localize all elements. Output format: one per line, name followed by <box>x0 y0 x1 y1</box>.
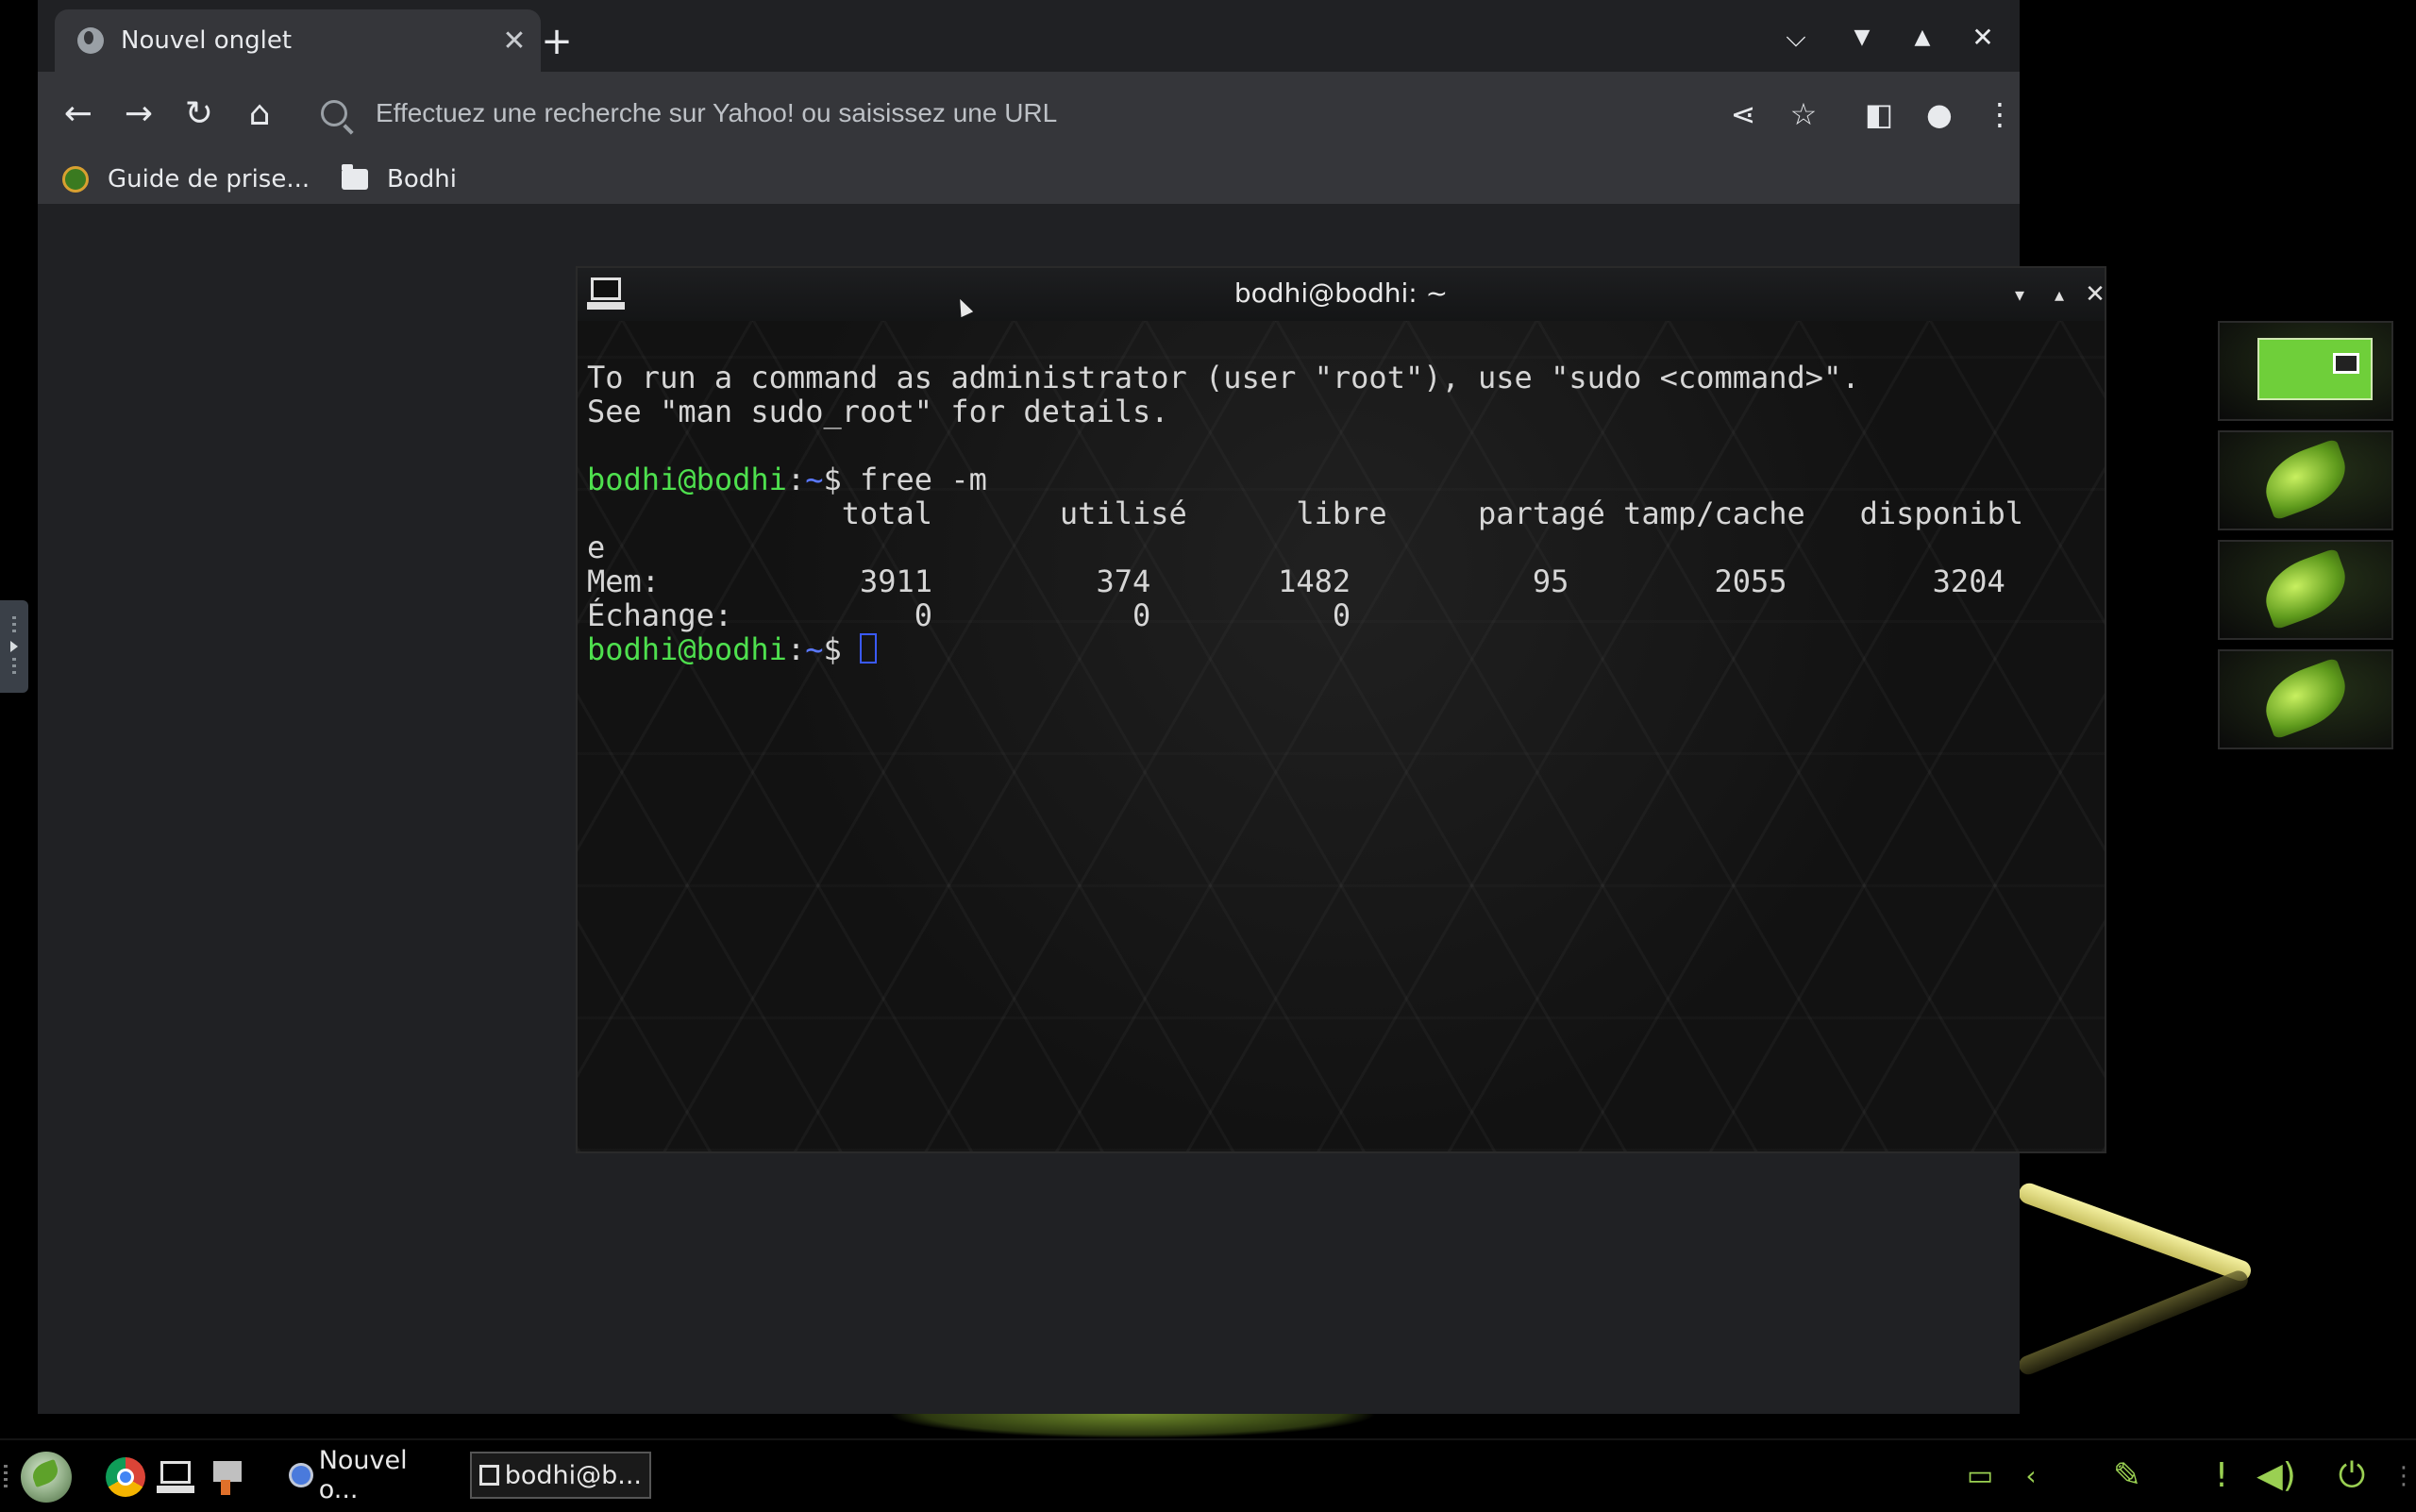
home-button[interactable]: ⌂ <box>236 91 283 138</box>
handle-grip-icon <box>12 616 16 635</box>
tab-new-tab[interactable]: Nouvel onglet ✕ <box>55 9 541 72</box>
paperclip-icon[interactable]: ✎ <box>2101 1453 2154 1499</box>
bookmark-label: Guide de prise... <box>108 165 310 193</box>
desktop-stem-reflection <box>2016 1268 2251 1378</box>
taskbar: Nouvel o... bodhi@b... ▭ ‹ ✎ ! ◀) ⏻ ⋮ <box>0 1438 2416 1512</box>
editor-launcher-icon[interactable] <box>210 1457 249 1497</box>
desktop-pager <box>2218 321 2395 759</box>
tab-strip: Nouvel onglet ✕ + ⌵ ▼ ▲ ✕ <box>38 0 2020 72</box>
output-line: Échange: 0 0 0 <box>587 597 1351 633</box>
notification-icon[interactable]: ! <box>2203 1453 2240 1499</box>
terminal-maximize-button[interactable]: ▴ <box>2040 276 2078 313</box>
output-line: total utilisé libre partagé tamp/cache d… <box>587 496 2023 531</box>
desktop-1[interactable] <box>2218 321 2393 421</box>
prompt-path: ~ <box>805 631 824 667</box>
tab-search-button[interactable]: ⌵ <box>1772 13 1820 62</box>
folder-icon <box>342 164 368 190</box>
power-icon[interactable]: ⏻ <box>2325 1453 2378 1499</box>
desktop-stem-decoration <box>2016 1180 2255 1285</box>
output-line: e <box>587 529 606 565</box>
terminal-close-button[interactable]: ✕ <box>2076 276 2114 313</box>
maximize-button[interactable]: ▲ <box>1899 13 1946 62</box>
bookmark-guide[interactable]: Guide de prise... <box>62 162 310 196</box>
start-menu-button[interactable] <box>21 1452 72 1503</box>
chevron-right-icon <box>10 641 18 652</box>
search-icon <box>321 100 347 126</box>
tray-grip-icon: ⋮ <box>2391 1462 2416 1490</box>
output-line: Mem: 3911 374 1482 95 2055 3204 <box>587 563 2005 599</box>
text-cursor <box>859 633 877 664</box>
terminal-window: bodhi@bodhi: ~ ▾ ▴ ✕ To run a command as… <box>578 268 2106 1151</box>
close-window-button[interactable]: ✕ <box>1959 13 2006 62</box>
new-tab-button[interactable]: + <box>528 17 585 66</box>
output-line: See "man sudo_root" for details. <box>587 394 1169 429</box>
forward-button[interactable]: → <box>115 91 162 138</box>
leaf-icon <box>2256 657 2356 740</box>
leaf-icon <box>2256 547 2356 630</box>
bookmark-star-icon[interactable]: ☆ <box>1780 91 1827 138</box>
desktop-leaf-decoration <box>887 1414 1378 1438</box>
prompt-path: ~ <box>805 462 824 497</box>
task-label: bodhi@b... <box>504 1460 642 1490</box>
browser-toolbar: ← → ↻ ⌂ ⋖ ☆ ◧ ● ⋮ <box>38 72 2020 155</box>
volume-icon[interactable]: ◀) <box>2250 1453 2303 1499</box>
share-icon[interactable]: ⋖ <box>1720 91 1767 138</box>
chrome-launcher-icon[interactable] <box>106 1457 145 1497</box>
screen-icon[interactable]: ▭ <box>1957 1453 2003 1499</box>
chrome-icon <box>289 1463 313 1487</box>
terminal-minimize-button[interactable]: ▾ <box>2001 276 2038 313</box>
reload-button[interactable]: ↻ <box>176 91 223 138</box>
globe-icon <box>77 27 104 54</box>
command-text: free -m <box>859 462 987 497</box>
prompt-user: bodhi@bodhi <box>587 462 787 497</box>
bookmark-folder-bodhi[interactable]: Bodhi <box>342 162 457 196</box>
tab-close-button[interactable]: ✕ <box>495 25 533 58</box>
minimize-button[interactable]: ▼ <box>1838 13 1886 62</box>
bookmark-label: Bodhi <box>387 165 457 193</box>
desktop-2[interactable] <box>2218 430 2393 530</box>
menu-kebab-icon[interactable]: ⋮ <box>1976 91 2023 138</box>
taskbar-item-browser[interactable]: Nouvel o... <box>281 1446 461 1504</box>
shelf-toggle-handle[interactable] <box>0 600 28 693</box>
window-thumbnail <box>2257 338 2373 400</box>
side-panel-icon[interactable]: ◧ <box>1855 91 1903 138</box>
terminal-title: bodhi@bodhi: ~ <box>1233 277 1449 309</box>
terminal-launcher-icon[interactable] <box>157 1457 196 1497</box>
address-input[interactable] <box>374 97 1699 129</box>
taskbar-item-terminal[interactable]: bodhi@b... <box>470 1452 651 1499</box>
handle-grip-icon <box>12 658 16 677</box>
back-button[interactable]: ← <box>55 91 102 138</box>
leaf-icon <box>2256 438 2356 521</box>
profile-icon[interactable]: ● <box>1916 91 1963 138</box>
tab-title: Nouvel onglet <box>121 26 293 55</box>
taskbar-grip-icon <box>4 1465 8 1487</box>
bodhi-logo-icon <box>62 166 89 193</box>
tray-expand-icon[interactable]: ‹ <box>2014 1453 2048 1499</box>
terminal-icon <box>479 1465 499 1486</box>
output-line: To run a command as administrator (user … <box>587 360 1860 395</box>
desktop-4[interactable] <box>2218 649 2393 749</box>
task-label: Nouvel o... <box>318 1446 408 1504</box>
address-bar[interactable] <box>321 81 1718 145</box>
desktop-3[interactable] <box>2218 540 2393 640</box>
bookmarks-bar: Guide de prise... Bodhi <box>38 155 2020 204</box>
terminal-titlebar[interactable]: bodhi@bodhi: ~ ▾ ▴ ✕ <box>578 268 2106 321</box>
terminal-output[interactable]: To run a command as administrator (user … <box>578 321 2105 1151</box>
prompt-user: bodhi@bodhi <box>587 631 787 667</box>
